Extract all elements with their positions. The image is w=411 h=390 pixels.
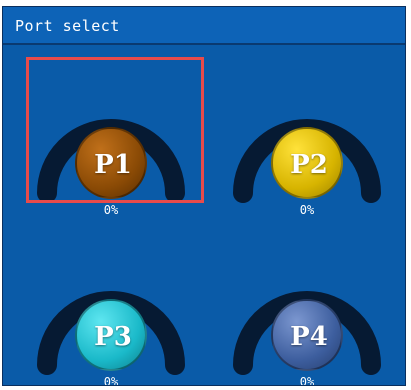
port-p2-label: P2 — [290, 150, 328, 180]
port-p3-button[interactable]: P3 — [75, 299, 147, 371]
port-p3[interactable]: P3 0% — [31, 229, 191, 386]
port-p2-button[interactable]: P2 — [271, 127, 343, 199]
port-p4-percent: 0% — [299, 375, 315, 386]
port-p3-label: P3 — [94, 322, 132, 352]
title-bar: Port select — [3, 7, 405, 45]
port-p1-percent: 0% — [103, 203, 119, 217]
window-title: Port select — [15, 17, 120, 35]
port-p3-percent: 0% — [103, 375, 119, 386]
port-p2[interactable]: P2 0% — [227, 57, 387, 217]
port-p4-button[interactable]: P4 — [271, 299, 343, 371]
port-p4-label: P4 — [290, 322, 328, 352]
port-p1-label: P1 — [94, 150, 132, 180]
port-p1[interactable]: P1 0% — [31, 57, 191, 217]
port-p4[interactable]: P4 0% — [227, 229, 387, 386]
port-p2-percent: 0% — [299, 203, 315, 217]
port-select-window: Port select P1 0% P2 0% P3 0% P4 0% — [2, 6, 406, 386]
port-p1-button[interactable]: P1 — [75, 127, 147, 199]
